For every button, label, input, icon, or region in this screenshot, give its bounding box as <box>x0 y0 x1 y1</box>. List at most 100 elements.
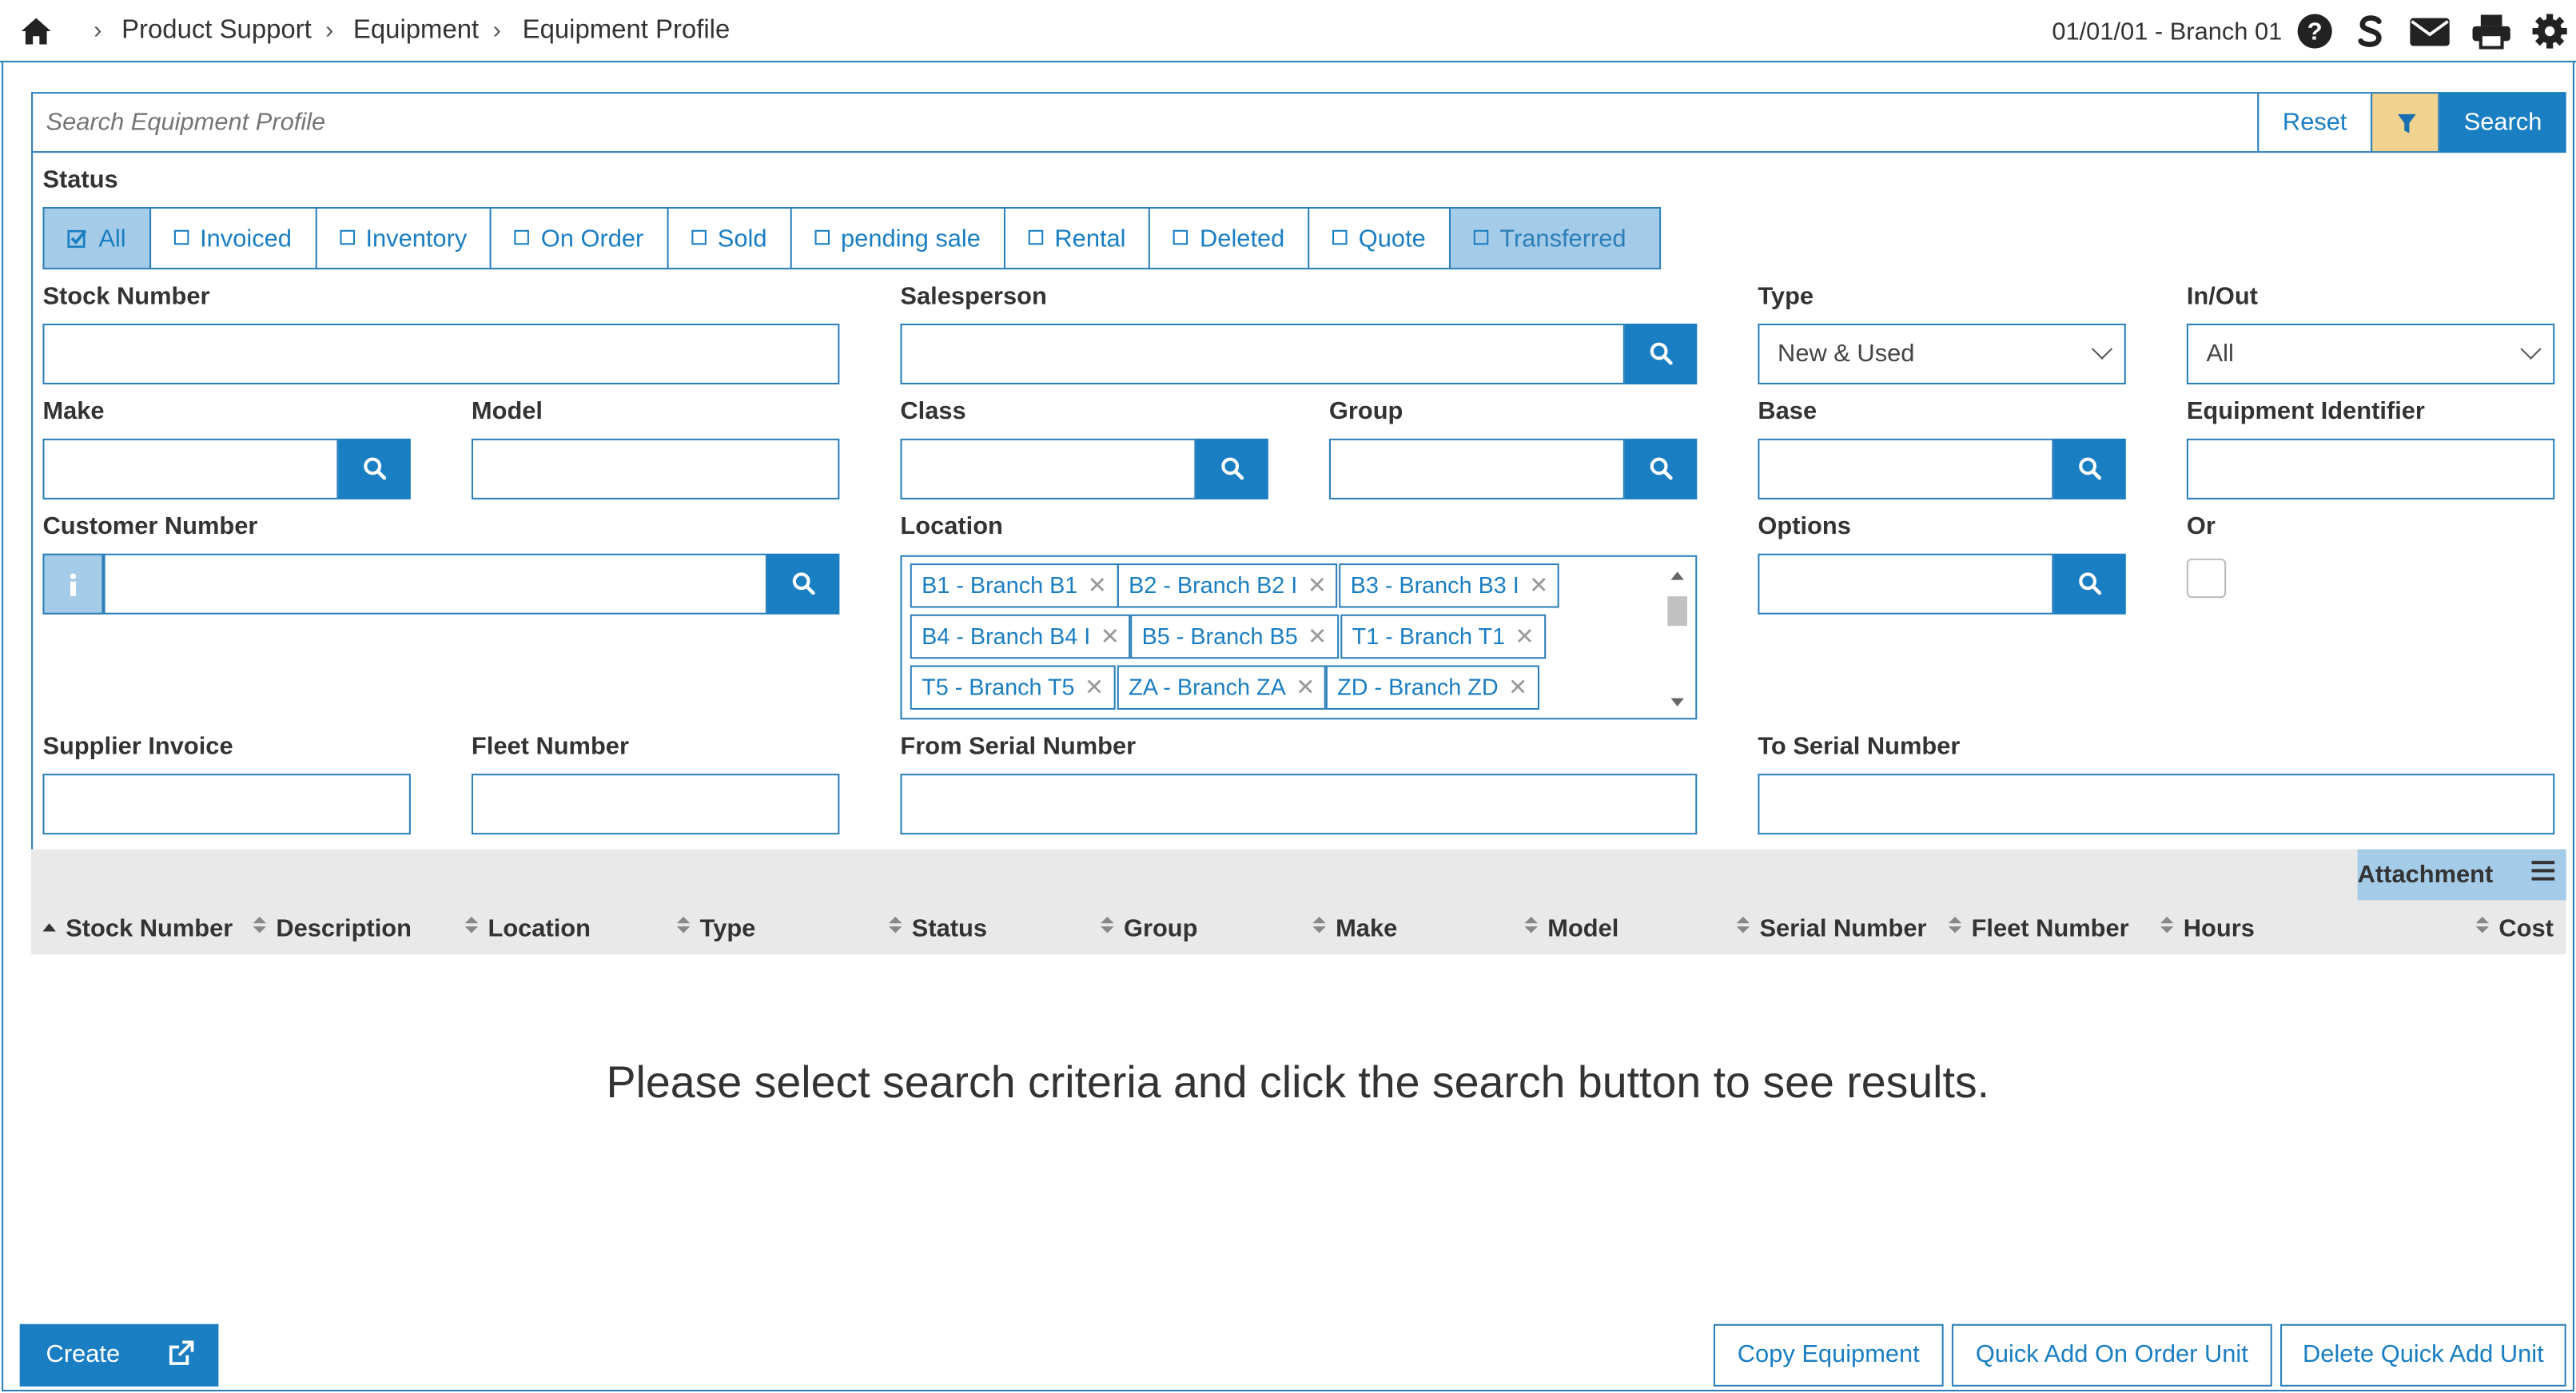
remove-tag-icon[interactable]: ✕ <box>1529 571 1548 598</box>
class-search-button[interactable] <box>1196 438 1268 499</box>
column-menu-icon[interactable] <box>2531 861 2555 881</box>
remove-tag-icon[interactable]: ✕ <box>1308 571 1327 598</box>
column-header-hours[interactable]: Hours <box>2160 915 2255 943</box>
remove-tag-icon[interactable]: ✕ <box>1088 571 1107 598</box>
search-input[interactable] <box>31 92 2259 153</box>
remove-tag-icon[interactable]: ✕ <box>1515 623 1534 649</box>
column-header-model[interactable]: Model <box>1524 915 1618 943</box>
column-header-label: Description <box>276 914 412 943</box>
location-scrollbar[interactable] <box>1666 567 1689 711</box>
location-tag-label: B4 - Branch B4 I <box>922 623 1091 649</box>
location-tag[interactable]: T1 - Branch T1 ✕ <box>1340 614 1546 659</box>
remove-tag-icon[interactable]: ✕ <box>1508 674 1527 700</box>
from-serial-input[interactable] <box>900 774 1698 835</box>
customer-info-button[interactable] <box>42 553 104 615</box>
options-input[interactable] <box>1758 553 2054 615</box>
status-option-invoiced[interactable]: Invoiced <box>150 209 317 269</box>
remove-tag-icon[interactable]: ✕ <box>1101 623 1120 649</box>
location-tag[interactable]: ZD - Branch ZD ✕ <box>1325 665 1539 710</box>
customer-number-input[interactable] <box>103 553 767 615</box>
group-input[interactable] <box>1328 438 1625 499</box>
column-header-group[interactable]: Group <box>1101 915 1197 943</box>
status-option-inventory[interactable]: Inventory <box>317 209 492 269</box>
to-serial-input[interactable] <box>1758 774 2555 835</box>
status-option-on-order[interactable]: On Order <box>492 209 669 269</box>
equipment-identifier-input[interactable] <box>2186 438 2555 499</box>
column-header-type[interactable]: Type <box>676 915 755 943</box>
location-tag[interactable]: ZA - Branch ZA ✕ <box>1117 665 1327 710</box>
location-tag[interactable]: B2 - Branch B2 I ✕ <box>1117 563 1339 608</box>
column-header-label: Stock Number <box>66 914 233 943</box>
column-header-status[interactable]: Status <box>889 915 987 943</box>
inout-select-value: All <box>2206 340 2234 368</box>
location-tag[interactable]: B5 - Branch B5 ✕ <box>1130 614 1339 659</box>
salesperson-search-button[interactable] <box>1624 323 1698 384</box>
status-option-pending-sale[interactable]: pending sale <box>791 209 1005 269</box>
status-filter-group: All Invoiced Inventory On Order Sold pen… <box>42 206 1661 270</box>
copy-equipment-button[interactable]: Copy Equipment <box>1713 1323 1944 1387</box>
chevron-down-icon <box>2091 338 2113 360</box>
salesperson-input[interactable] <box>900 323 1625 384</box>
make-input[interactable] <box>42 438 339 499</box>
delete-quick-add-unit-button[interactable]: Delete Quick Add Unit <box>2280 1323 2566 1387</box>
status-option-quote[interactable]: Quote <box>1309 209 1451 269</box>
status-option-transferred[interactable]: Transferred <box>1450 209 1659 269</box>
customer-number-search-button[interactable] <box>766 553 840 615</box>
location-tag[interactable]: T5 - Branch T5 ✕ <box>910 665 1116 710</box>
status-option-rental[interactable]: Rental <box>1005 209 1151 269</box>
column-header-make[interactable]: Make <box>1312 915 1397 943</box>
search-icon <box>1650 342 1673 365</box>
inout-select[interactable]: All <box>2186 323 2555 384</box>
column-header-fleet-number[interactable]: Fleet Number <box>1948 914 2129 943</box>
column-header-stock-number[interactable]: Stock Number <box>42 915 233 943</box>
location-tag[interactable]: B3 - Branch B3 I ✕ <box>1339 563 1560 608</box>
base-search-button[interactable] <box>2053 438 2126 499</box>
print-icon[interactable] <box>2470 13 2511 50</box>
column-header-label: Fleet Number <box>1971 914 2129 943</box>
column-header-description[interactable]: Description <box>253 915 412 943</box>
checkbox-icon <box>814 229 830 245</box>
mail-icon[interactable] <box>2408 13 2451 49</box>
type-select[interactable]: New & Used <box>1758 323 2126 384</box>
create-button[interactable]: Create <box>19 1323 219 1387</box>
breadcrumb-separator: › <box>324 16 334 45</box>
class-input[interactable] <box>900 438 1196 499</box>
search-button[interactable]: Search <box>2439 92 2566 153</box>
model-input[interactable] <box>471 438 840 499</box>
s-logo-icon[interactable] <box>2352 13 2388 49</box>
remove-tag-icon[interactable]: ✕ <box>1308 623 1327 649</box>
reset-button[interactable]: Reset <box>2257 92 2373 153</box>
column-header-serial-number[interactable]: Serial Number <box>1736 915 1927 943</box>
breadcrumb-equipment[interactable]: Equipment <box>353 17 479 46</box>
group-search-button[interactable] <box>1624 438 1698 499</box>
location-tag[interactable]: B1 - Branch B1 ✕ <box>910 563 1119 608</box>
help-icon[interactable]: ? <box>2297 13 2333 49</box>
make-search-button[interactable] <box>338 438 411 499</box>
column-header-cost[interactable]: Cost <box>2475 915 2554 943</box>
options-search-button[interactable] <box>2053 553 2126 615</box>
column-header-location[interactable]: Location <box>464 915 591 943</box>
remove-tag-icon[interactable]: ✕ <box>1296 674 1315 700</box>
remove-tag-icon[interactable]: ✕ <box>1085 674 1104 700</box>
fleet-number-input[interactable] <box>471 774 840 835</box>
branch-label[interactable]: 01/01/01 - Branch 01 <box>2052 18 2282 46</box>
filter-button[interactable] <box>2371 92 2440 153</box>
supplier-invoice-input[interactable] <box>42 774 411 835</box>
sort-asc-icon <box>42 923 56 932</box>
stock-number-input[interactable] <box>42 323 840 384</box>
or-checkbox[interactable] <box>2186 558 2227 599</box>
breadcrumb-product-support[interactable]: Product Support <box>121 17 312 46</box>
checkbox-icon <box>339 229 355 245</box>
status-option-sold[interactable]: Sold <box>668 209 792 269</box>
home-icon[interactable] <box>20 17 53 46</box>
location-tag[interactable]: B4 - Branch B4 I ✕ <box>910 614 1132 659</box>
sort-icon <box>1312 916 1326 933</box>
gear-icon[interactable] <box>2532 13 2568 49</box>
status-option-deleted[interactable]: Deleted <box>1150 209 1310 269</box>
quick-add-on-order-unit-button[interactable]: Quick Add On Order Unit <box>1951 1323 2272 1387</box>
location-tag-label: ZD - Branch ZD <box>1337 673 1499 700</box>
type-select-value: New & Used <box>1778 340 1915 368</box>
status-option-all[interactable]: All <box>44 209 151 269</box>
base-input[interactable] <box>1758 438 2054 499</box>
location-multiselect[interactable]: B1 - Branch B1 ✕ B2 - Branch B2 I ✕ B3 - B… <box>900 555 1698 720</box>
